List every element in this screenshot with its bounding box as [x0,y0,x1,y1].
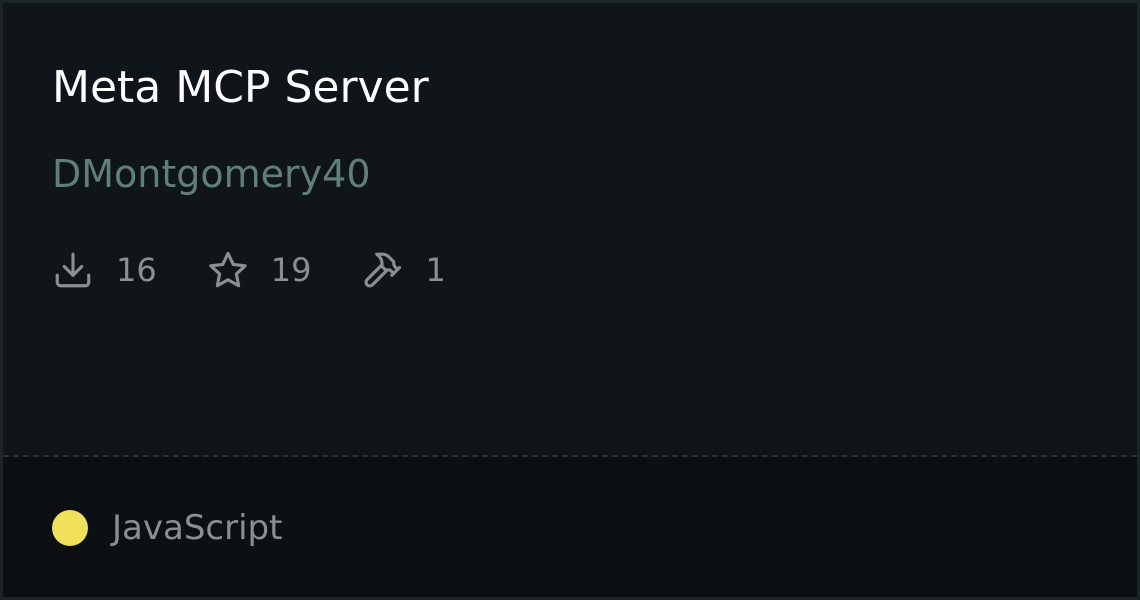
author-name[interactable]: DMontgomery40 [52,149,371,199]
downloads-count: 16 [116,251,157,289]
star-icon [207,249,249,291]
tools-stat: 1 [361,249,446,291]
server-card[interactable]: Meta MCP Server DMontgomery40 16 19 1 Ja… [0,0,1140,600]
stars-stat: 19 [207,249,312,291]
stars-count: 19 [270,251,312,289]
language-color-dot [52,510,88,546]
card-header: Meta MCP Server DMontgomery40 16 19 1 [3,3,1137,455]
server-title[interactable]: Meta MCP Server [52,60,429,116]
downloads-stat: 16 [52,249,157,291]
tools-count: 1 [425,251,446,289]
hammer-icon [361,249,403,291]
language-label: JavaScript [112,508,283,548]
stats-row: 16 19 1 [52,245,496,295]
card-footer: JavaScript [3,457,1137,597]
download-icon [52,249,94,291]
